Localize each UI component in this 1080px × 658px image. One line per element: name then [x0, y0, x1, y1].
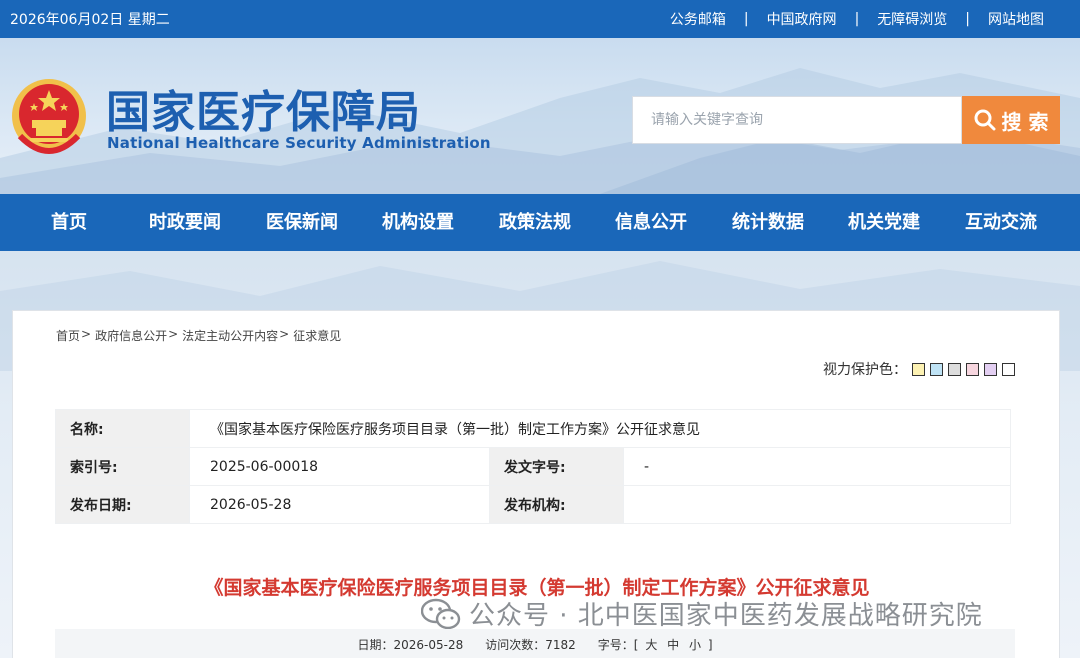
- eye-care-swatch-purple[interactable]: [984, 362, 997, 376]
- meta-date-label: 发布日期:: [55, 485, 190, 524]
- nav-item-organization[interactable]: 机构设置: [363, 194, 473, 251]
- eye-care-swatch-yellow[interactable]: [912, 362, 925, 376]
- current-date: 2026年06月02日 星期二: [10, 12, 170, 28]
- breadcrumb-separator: >: [279, 327, 290, 341]
- stats-visits-value: 7182: [545, 637, 576, 652]
- eye-care-label: 视力保护色：: [823, 362, 907, 378]
- top-link-mail[interactable]: 公务邮箱: [670, 9, 726, 29]
- nav-item-home[interactable]: 首页: [14, 194, 124, 251]
- meta-org-label: 发布机构:: [489, 485, 624, 524]
- search-box: [632, 96, 962, 144]
- eye-care-swatch-blue[interactable]: [930, 362, 943, 376]
- wechat-icon: [421, 598, 461, 629]
- meta-org-value: [623, 485, 1011, 524]
- site-logo-english[interactable]: National Healthcare Security Administrat…: [107, 134, 491, 152]
- nav-item-party[interactable]: 机关党建: [829, 194, 939, 251]
- breadcrumb-disclosure[interactable]: 政府信息公开: [95, 327, 167, 344]
- national-emblem-icon[interactable]: [10, 76, 88, 158]
- eye-care-selector: 视力保护色：: [823, 359, 1015, 379]
- meta-index-label: 索引号:: [55, 447, 190, 486]
- font-size-close-bracket: ]: [707, 637, 713, 652]
- meta-date-value: 2026-05-28: [189, 485, 490, 524]
- stats-font-size: 字号：[ 大 中 小 ]: [598, 636, 713, 653]
- breadcrumb-home[interactable]: 首页: [56, 327, 80, 344]
- stats-font-label: 字号：: [597, 637, 634, 652]
- nav-item-statistics[interactable]: 统计数据: [713, 194, 823, 251]
- font-size-large[interactable]: 大: [645, 638, 657, 652]
- site-logo-chinese[interactable]: 国家医疗保障局: [106, 76, 421, 140]
- search-input[interactable]: [633, 97, 961, 143]
- meta-row-date: 发布日期: 2026-05-28 发布机构:: [55, 485, 1011, 524]
- top-links: 公务邮箱 | 中国政府网 | 无障碍浏览 | 网站地图: [670, 9, 1044, 29]
- eye-care-swatch-gray[interactable]: [948, 362, 961, 376]
- meta-docno-label: 发文字号:: [489, 447, 624, 486]
- search-button[interactable]: 搜 索: [962, 96, 1060, 144]
- font-size-medium[interactable]: 中: [667, 638, 679, 652]
- font-size-small[interactable]: 小: [689, 638, 701, 652]
- wechat-watermark: 公众号 · 北中医国家中医药发展战略研究院: [421, 595, 983, 632]
- search-icon: [974, 109, 996, 131]
- document-meta-table: 名称: 《国家基本医疗保险医疗服务项目目录（第一批）制定工作方案》公开征求意见 …: [55, 409, 1011, 524]
- font-size-open-bracket: [: [633, 637, 639, 652]
- eye-care-swatch-pink[interactable]: [966, 362, 979, 376]
- top-link-separator: |: [965, 11, 970, 27]
- nav-item-disclosure[interactable]: 信息公开: [596, 194, 706, 251]
- top-bar: 2026年06月02日 星期二 公务邮箱 | 中国政府网 | 无障碍浏览 | 网…: [0, 0, 1080, 38]
- breadcrumb: 首页 > 政府信息公开 > 法定主动公开内容 > 征求意见: [56, 327, 341, 344]
- top-link-accessibility[interactable]: 无障碍浏览: [877, 9, 947, 29]
- meta-row-name: 名称: 《国家基本医疗保险医疗服务项目目录（第一批）制定工作方案》公开征求意见: [55, 409, 1011, 448]
- stats-visits-label: 访问次数：: [485, 637, 546, 652]
- eye-care-swatch-white[interactable]: [1002, 362, 1015, 376]
- top-link-separator: |: [854, 11, 860, 27]
- top-link-separator: |: [743, 11, 749, 27]
- stats-date: 日期：2026-05-28: [357, 636, 463, 653]
- nav-item-politics[interactable]: 时政要闻: [130, 194, 240, 251]
- nav-item-policy[interactable]: 政策法规: [480, 194, 590, 251]
- top-link-sitemap[interactable]: 网站地图: [988, 9, 1044, 29]
- breadcrumb-separator: >: [81, 327, 92, 341]
- stats-visits: 访问次数：7182: [485, 636, 576, 653]
- nav-item-news[interactable]: 医保新闻: [247, 194, 357, 251]
- breadcrumb-consultation[interactable]: 征求意见: [293, 327, 341, 344]
- meta-row-index: 索引号: 2025-06-00018 发文字号: -: [55, 447, 1011, 486]
- meta-docno-value: -: [623, 447, 1011, 486]
- search-button-label: 搜 索: [1001, 109, 1049, 134]
- meta-name-value: 《国家基本医疗保险医疗服务项目目录（第一批）制定工作方案》公开征求意见: [189, 409, 1011, 448]
- watermark-text: 公众号 · 北中医国家中医药发展战略研究院: [469, 601, 983, 631]
- top-link-gov[interactable]: 中国政府网: [767, 9, 837, 29]
- meta-index-value: 2025-06-00018: [189, 447, 490, 486]
- site-header: 国家医疗保障局 National Healthcare Security Adm…: [0, 38, 1080, 194]
- meta-name-label: 名称:: [55, 409, 190, 448]
- stats-date-value: 2026-05-28: [393, 637, 464, 652]
- article-stats-bar: 日期：2026-05-28 访问次数：7182 字号：[ 大 中 小 ]: [55, 629, 1015, 658]
- breadcrumb-legal-content[interactable]: 法定主动公开内容: [182, 327, 278, 344]
- stats-date-label: 日期：: [357, 637, 394, 652]
- nav-item-interaction[interactable]: 互动交流: [946, 194, 1056, 251]
- breadcrumb-separator: >: [168, 327, 179, 341]
- main-nav: 首页 时政要闻 医保新闻 机构设置 政策法规 信息公开 统计数据 机关党建 互动…: [0, 194, 1080, 251]
- content-panel: 首页 > 政府信息公开 > 法定主动公开内容 > 征求意见 视力保护色： 名称:…: [12, 310, 1060, 658]
